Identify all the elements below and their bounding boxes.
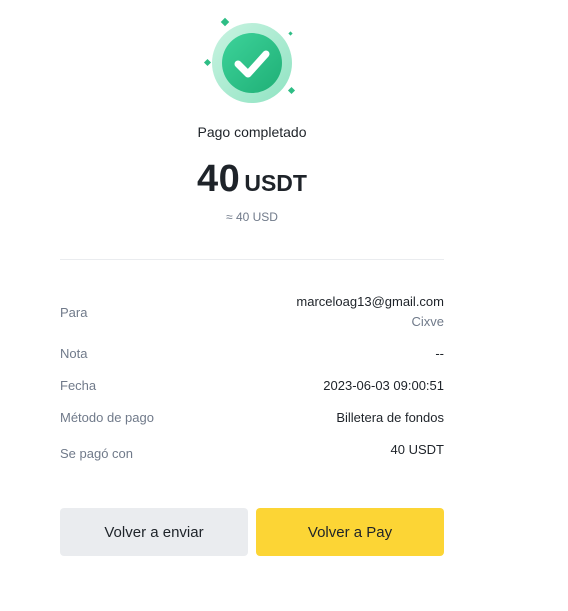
detail-label: Se pagó con xyxy=(60,446,134,461)
resend-button[interactable]: Volver a enviar xyxy=(60,508,248,556)
detail-value: 40 USDT xyxy=(390,442,444,457)
detail-value: -- xyxy=(435,346,444,361)
detail-value: Billetera de fondos xyxy=(336,410,444,425)
recipient-email: marceloag13@gmail.com xyxy=(296,294,444,309)
detail-row-fecha: Fecha 2023-06-03 09:00:51 xyxy=(60,378,444,396)
detail-row-para: Para marceloag13@gmail.com Cixve xyxy=(60,294,444,334)
back-to-pay-button[interactable]: Volver a Pay xyxy=(256,508,444,556)
detail-row-metodo: Método de pago Billetera de fondos xyxy=(60,410,444,428)
detail-row-pago-con: Se pagó con 40 USDT xyxy=(60,442,444,466)
detail-label: Para xyxy=(60,305,88,320)
detail-label: Método de pago xyxy=(60,410,154,425)
recipient-name: Cixve xyxy=(411,314,444,329)
amount-value: 40 xyxy=(197,158,241,200)
divider xyxy=(60,259,444,260)
detail-label: Fecha xyxy=(60,378,97,393)
detail-value: 2023-06-03 09:00:51 xyxy=(323,378,444,393)
payment-confirmation-page: Pago completado 40 USDT ≈ 40 USD Para mar… xyxy=(0,0,568,611)
detail-value-recipient: marceloag13@gmail.com Cixve xyxy=(296,294,444,329)
status-title: Pago completado xyxy=(197,124,307,140)
check-circle-icon xyxy=(200,16,300,106)
amount-currency: USDT xyxy=(244,170,307,196)
detail-row-nota: Nota -- xyxy=(60,346,444,364)
approx-fiat-value: ≈ 40 USD xyxy=(226,210,278,224)
detail-label: Nota xyxy=(60,346,88,361)
payment-amount: 40 USDT xyxy=(60,158,444,201)
